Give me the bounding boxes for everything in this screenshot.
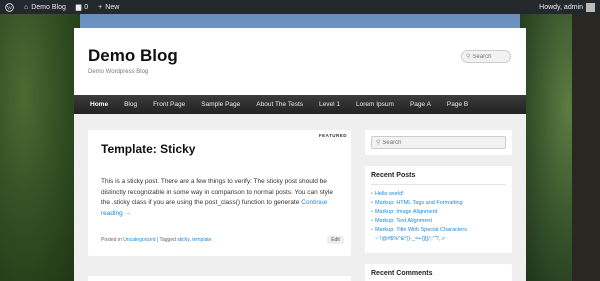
bullet-icon: •: [371, 218, 373, 224]
nav-item-about-the-tests[interactable]: About The Tests: [248, 101, 311, 108]
nav-item-front-page[interactable]: Front Page: [145, 101, 193, 108]
bullet-icon: •: [371, 227, 373, 233]
sticky-post: FEATURED Template: Sticky This is a stic…: [88, 130, 351, 256]
bullet-icon: •: [371, 191, 373, 197]
list-item[interactable]: • Hello world!: [371, 190, 509, 199]
background-pillar: [572, 14, 600, 281]
category-link[interactable]: Uncategorized: [123, 237, 155, 243]
tag-separator: ,: [189, 237, 191, 243]
bullet-icon: •: [371, 209, 373, 215]
home-icon: ⌂: [24, 3, 29, 11]
post-body-text: This is a sticky post. There are a few t…: [101, 178, 333, 206]
search-icon: ⚲: [376, 140, 381, 146]
background-trees-left: [0, 14, 80, 281]
tag-link-template[interactable]: template: [192, 237, 211, 243]
admin-bar-site-link[interactable]: ⌂ Demo Blog: [19, 0, 71, 14]
post-title[interactable]: Template: Sticky: [101, 142, 195, 156]
admin-bar-new[interactable]: + New: [93, 0, 124, 14]
site-description: Demo Wordpress Blog: [88, 69, 149, 75]
admin-bar-site-name: Demo Blog: [31, 3, 66, 11]
admin-bar: W ⌂ Demo Blog ▆ 0 + New Howdy, admin: [0, 0, 600, 14]
tag-link-sticky[interactable]: sticky: [177, 237, 189, 243]
admin-bar-comments[interactable]: ▆ 0: [71, 0, 93, 14]
divider: [371, 184, 506, 185]
site-title[interactable]: Demo Blog: [88, 46, 178, 66]
meta-tagged: | Tagged: [156, 237, 176, 243]
post-meta: Posted in Uncategorized | Tagged sticky,…: [101, 237, 211, 243]
recent-post-link[interactable]: Markup: HTML Tags and Formatting: [375, 200, 463, 206]
bullet-icon: •: [371, 200, 373, 206]
recent-post-link[interactable]: Markup: Image Alignment: [375, 209, 437, 215]
nav-item-sample-page[interactable]: Sample Page: [193, 101, 248, 108]
nav-item-page-a[interactable]: Page A: [402, 101, 439, 108]
nav-item-lorem-ipsum[interactable]: Lorem Ipsum: [348, 101, 402, 108]
search-icon: ⚲: [466, 54, 471, 60]
recent-posts-widget: Recent Posts • Hello world! • Markup: HTML…: [365, 166, 512, 253]
nav-item-page-b[interactable]: Page B: [439, 101, 476, 108]
recent-comments-widget: Recent Comments: [365, 264, 512, 281]
recent-post-link[interactable]: Hello world!: [375, 191, 404, 197]
header-search-input[interactable]: [472, 53, 509, 60]
new-label: New: [105, 3, 120, 11]
avatar: [586, 2, 595, 12]
recent-post-link[interactable]: ~`!@#$%^&*()-_=+{}[]/;:'"?,.>: [375, 236, 445, 242]
list-item[interactable]: •~`!@#$%^&*()-_=+{}[]/;:'"?,.>: [371, 235, 509, 244]
main-navigation: Home Blog Front Page Sample Page About T…: [74, 95, 526, 114]
meta-posted-in: Posted in: [101, 237, 122, 243]
next-post: [88, 276, 351, 281]
edit-button[interactable]: Edit: [327, 236, 344, 244]
nav-item-home[interactable]: Home: [82, 101, 116, 108]
comment-icon: ▆: [75, 4, 82, 11]
comments-count: 0: [84, 3, 89, 11]
recent-comments-title: Recent Comments: [371, 270, 433, 277]
sidebar-search-widget: ⚲: [365, 130, 512, 155]
recent-post-link[interactable]: Markup: Text Alignment: [375, 218, 432, 224]
sidebar-search-input[interactable]: [382, 139, 493, 146]
list-item[interactable]: • Markup: HTML Tags and Formatting: [371, 199, 509, 208]
wordpress-logo-icon[interactable]: W: [0, 0, 19, 14]
recent-posts-list: • Hello world! • Markup: HTML Tags and For…: [371, 190, 509, 244]
list-item[interactable]: • Markup: Title With Special Characters: [371, 226, 509, 235]
nav-item-blog[interactable]: Blog: [116, 101, 145, 108]
post-excerpt: This is a sticky post. There are a few t…: [101, 177, 343, 219]
page-wrapper: Demo Blog Demo Wordpress Blog ⚲ Home Blo…: [74, 28, 526, 281]
list-item[interactable]: • Markup: Image Alignment: [371, 208, 509, 217]
recent-post-link[interactable]: Markup: Title With Special Characters: [375, 227, 467, 233]
featured-label: FEATURED: [318, 133, 347, 138]
recent-posts-title: Recent Posts: [371, 172, 416, 179]
site-header: Demo Blog Demo Wordpress Blog ⚲: [74, 28, 526, 95]
sidebar-search[interactable]: ⚲: [371, 136, 506, 149]
header-search[interactable]: ⚲: [461, 50, 511, 63]
nav-item-level-1[interactable]: Level 1: [311, 101, 348, 108]
list-item[interactable]: • Markup: Text Alignment: [371, 217, 509, 226]
admin-bar-account[interactable]: Howdy, admin: [534, 0, 600, 14]
greeting: Howdy, admin: [539, 3, 583, 11]
plus-icon: +: [98, 3, 103, 11]
